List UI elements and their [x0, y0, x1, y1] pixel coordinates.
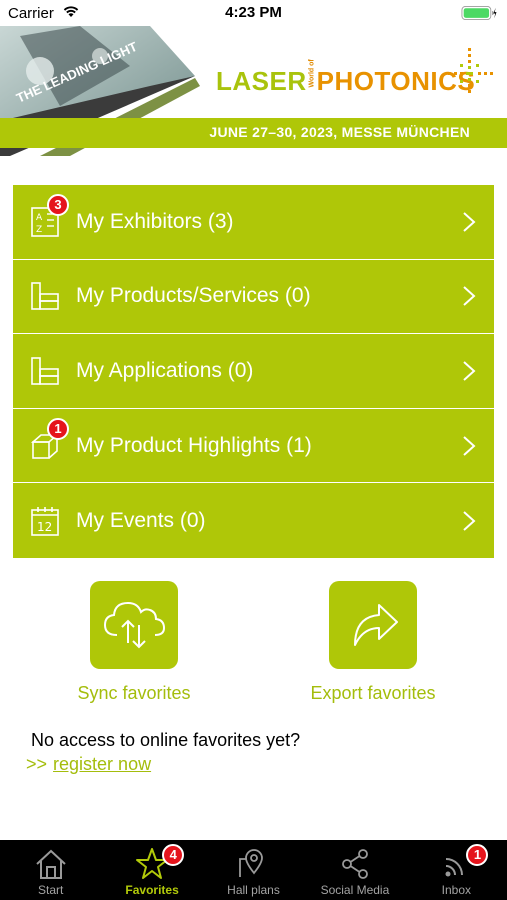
export-favorites-label[interactable]: Export favorites: [288, 683, 458, 704]
applications-icon: [31, 357, 59, 385]
chevron-right-icon: [463, 510, 476, 531]
exhibitors-badge: 3: [47, 194, 69, 216]
chevron-right-icon: [463, 435, 476, 456]
tab-bar: Start 4 Favorites Hall plans Social Medi…: [0, 840, 507, 900]
calendar-icon: 12: [31, 506, 59, 536]
favorites-menu: A Z 3 My Exhibitors (3) My Products/Serv…: [13, 185, 494, 558]
no-access-message: No access to online favorites yet?: [31, 730, 301, 750]
favorites-badge: 4: [162, 844, 185, 866]
share-arrow-icon: [354, 604, 398, 646]
event-banner: THE LEADING LIGHT LASER World ofPHOTONICS…: [0, 26, 507, 156]
menu-item-applications[interactable]: My Applications (0): [13, 334, 494, 409]
tab-inbox[interactable]: 1 Inbox: [406, 840, 507, 900]
tab-label: Inbox: [441, 883, 471, 897]
chevron-right-icon: [463, 212, 476, 232]
svg-text:12: 12: [37, 520, 52, 534]
products-icon: [31, 282, 59, 311]
tab-favorites[interactable]: 4 Favorites: [101, 840, 202, 900]
svg-text:A: A: [36, 213, 43, 223]
register-arrow: >>: [26, 754, 48, 774]
map-pin-icon: [238, 849, 263, 877]
menu-item-product-highlights[interactable]: 1 My Product Highlights (1): [13, 408, 494, 484]
tab-social-media[interactable]: Social Media: [304, 840, 405, 900]
menu-item-label: My Exhibitors (3): [76, 209, 234, 233]
cloud-sync-icon: [103, 601, 166, 649]
menu-item-label: My Applications (0): [76, 358, 254, 382]
logo-laser: LASER: [216, 66, 307, 96]
tab-label: Start: [38, 883, 64, 897]
tab-label: Favorites: [125, 883, 179, 897]
chevron-right-icon: [463, 361, 476, 381]
svg-text:Z: Z: [36, 225, 42, 235]
event-logo: LASER World ofPHOTONICS: [216, 59, 475, 106]
battery-icon: [461, 6, 497, 20]
chevron-right-icon: [463, 286, 476, 307]
menu-item-exhibitors[interactable]: A Z 3 My Exhibitors (3): [13, 185, 494, 260]
tab-label: Hall plans: [227, 883, 280, 897]
menu-item-label: My Events (0): [76, 508, 206, 532]
sync-favorites-button[interactable]: [90, 581, 178, 669]
register-row: >> register now: [26, 754, 151, 775]
sync-favorites: Sync favorites: [49, 581, 219, 704]
menu-item-label: My Products/Services (0): [76, 284, 311, 308]
home-icon: [36, 849, 66, 879]
tab-label: Social Media: [320, 883, 390, 897]
tab-start[interactable]: Start: [0, 840, 101, 900]
export-favorites-button[interactable]: [329, 581, 417, 669]
register-now-link[interactable]: register now: [53, 754, 151, 774]
tab-hall-plans[interactable]: Hall plans: [203, 840, 304, 900]
sync-favorites-label[interactable]: Sync favorites: [49, 683, 219, 704]
highlights-badge: 1: [47, 417, 69, 440]
sparkle-icon: [448, 48, 493, 93]
clock: 4:23 PM: [225, 4, 282, 21]
logo-world-of: World of: [308, 59, 316, 88]
event-date: JUNE 27–30, 2023, MESSE MÜNCHEN: [209, 124, 470, 140]
share-icon: [342, 849, 368, 879]
export-favorites: Export favorites: [288, 581, 458, 704]
menu-item-label: My Product Highlights (1): [76, 433, 312, 457]
inbox-badge: 1: [466, 844, 489, 866]
menu-item-events[interactable]: 12 My Events (0): [13, 483, 494, 558]
status-bar: Carrier 4:23 PM: [0, 0, 507, 26]
menu-item-products-services[interactable]: My Products/Services (0): [13, 259, 494, 335]
